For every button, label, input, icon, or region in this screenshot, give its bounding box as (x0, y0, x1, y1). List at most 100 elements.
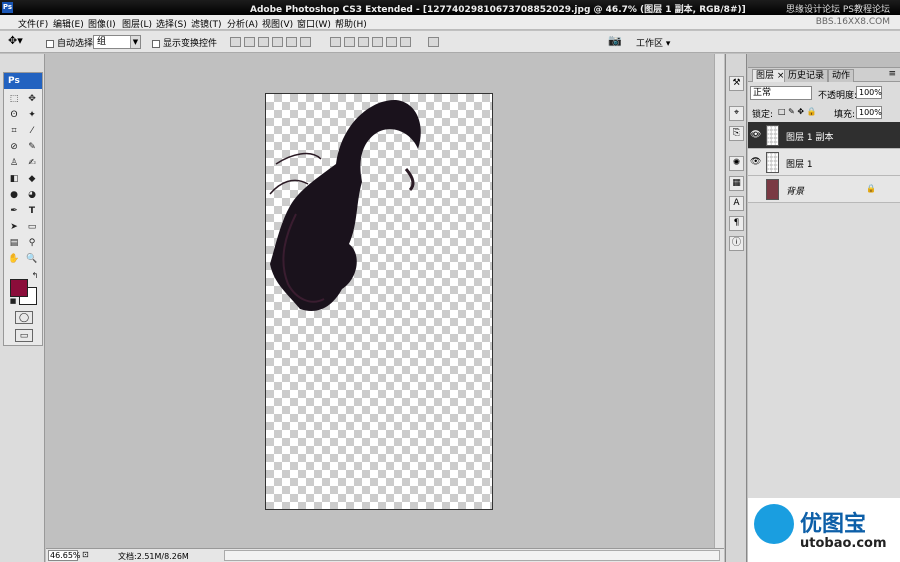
default-colors-icon[interactable]: ■ (6, 295, 20, 308)
panel-menu-icon[interactable]: ≡ (888, 69, 896, 79)
hair-artwork (269, 99, 421, 312)
align-top-icon[interactable] (230, 37, 241, 47)
menu-layer[interactable]: 图层(L) (122, 17, 152, 30)
character-icon[interactable]: A (729, 196, 744, 211)
title-bar: Ps Adobe Photoshop CS3 Extended - [12774… (0, 0, 900, 15)
info-icon[interactable]: ⓘ (729, 236, 744, 251)
chevron-down-icon: ▼ (130, 36, 140, 48)
healing-brush-icon[interactable]: ⊘ (7, 141, 21, 154)
menu-analysis[interactable]: 分析(A) (227, 17, 258, 30)
layer-row[interactable]: 👁 图层 1 (748, 149, 900, 176)
layer-thumbnail (766, 125, 779, 146)
vertical-scrollbar[interactable] (714, 54, 724, 548)
notes-tool-icon[interactable]: ▤ (7, 237, 21, 250)
paint-bucket-icon[interactable]: ◆ (25, 173, 39, 186)
distribute-left-icon[interactable] (372, 37, 383, 47)
tab-layers[interactable]: 图层 × (752, 69, 789, 82)
navigator-icon[interactable]: ✺ (729, 156, 744, 171)
align-left-icon[interactable] (272, 37, 283, 47)
zoom-tool-icon[interactable]: 🔍 (25, 253, 39, 266)
tools-preset-icon[interactable]: ⚒ (729, 76, 744, 91)
layer-row[interactable]: 👁 图层 1 副本 (748, 122, 900, 149)
tab-history[interactable]: 历史记录 (784, 69, 829, 82)
pen-tool-icon[interactable]: ✒ (7, 205, 21, 218)
blur-tool-icon[interactable]: ● (7, 189, 21, 202)
clone-source-icon[interactable]: ⎘ (729, 126, 744, 141)
align-right-icon[interactable] (300, 37, 311, 47)
blend-mode-value: 正常 (753, 88, 772, 98)
menu-filter[interactable]: 滤镜(T) (191, 17, 222, 30)
menu-edit[interactable]: 编辑(E) (53, 17, 84, 30)
menu-file[interactable]: 文件(F) (18, 17, 48, 30)
path-selection-icon[interactable]: ➤ (7, 221, 21, 234)
document-size: 文档:2.51M/8.26M (118, 552, 189, 561)
dodge-tool-icon[interactable]: ◕ (25, 189, 39, 202)
eyedropper-icon[interactable]: ⚲ (25, 237, 39, 250)
magic-wand-icon[interactable]: ✦ (25, 109, 39, 122)
checkbox-box[interactable] (46, 39, 54, 48)
type-tool-icon[interactable]: T (25, 205, 39, 218)
eraser-tool-icon[interactable]: ◧ (7, 173, 21, 186)
zoom-level-field[interactable]: 46.65% (48, 550, 81, 561)
camera-icon[interactable]: 📷 (608, 34, 622, 47)
document-canvas[interactable] (265, 93, 493, 510)
crop-tool-icon[interactable]: ⌗ (7, 125, 21, 138)
tab-actions[interactable]: 动作 (828, 69, 855, 82)
lasso-tool-icon[interactable]: ʘ (7, 109, 21, 122)
menu-window[interactable]: 窗口(W) (297, 17, 331, 30)
hand-tool-icon[interactable]: ✋ (7, 253, 21, 266)
screen-mode-icon[interactable]: ▭ (15, 329, 33, 342)
hair-strand (275, 152, 322, 165)
show-transform-checkbox[interactable]: 显示变换控件 (152, 36, 217, 49)
brush-tool-icon[interactable]: ✎ (25, 141, 39, 154)
checkbox-box[interactable] (152, 39, 160, 48)
quick-mask-icon[interactable]: ◯ (15, 311, 33, 324)
align-vcenter-icon[interactable] (244, 37, 255, 47)
blend-row: 正常 不透明度: 100% (750, 86, 898, 102)
distribute-bottom-icon[interactable] (358, 37, 369, 47)
layer-thumbnail (766, 179, 779, 200)
photoshop-app-icon: Ps (2, 2, 13, 13)
eye-icon[interactable]: 👁 (750, 130, 761, 140)
show-transform-label: 显示变换控件 (163, 39, 218, 49)
distribute-right-icon[interactable] (400, 37, 411, 47)
auto-select-label: 自动选择: (57, 39, 97, 49)
menu-image[interactable]: 图像(I) (88, 17, 116, 30)
move-tool-icon[interactable]: ✥ (25, 93, 39, 106)
distribute-top-icon[interactable] (330, 37, 341, 47)
move-tool-icon[interactable]: ✥▾ (8, 34, 23, 47)
layer-row[interactable]: 背景 🔒 (748, 176, 900, 203)
menu-select[interactable]: 选择(S) (156, 17, 187, 30)
align-bottom-icon[interactable] (258, 37, 269, 47)
shape-tool-icon[interactable]: ▭ (25, 221, 39, 234)
menu-view[interactable]: 视图(V) (262, 17, 293, 30)
distribute-buttons (330, 37, 414, 47)
opacity-field[interactable]: 100% (856, 86, 882, 99)
eye-icon[interactable]: 👁 (750, 157, 761, 167)
slice-tool-icon[interactable]: ⁄ (25, 125, 39, 138)
histogram-icon[interactable]: ▦ (729, 176, 744, 191)
distribute-hcenter-icon[interactable] (386, 37, 397, 47)
fill-field[interactable]: 100% (856, 106, 882, 119)
horizontal-scrollbar[interactable] (224, 550, 720, 561)
align-hcenter-icon[interactable] (286, 37, 297, 47)
marquee-tool-icon[interactable]: ⬚ (7, 93, 21, 106)
lock-buttons-icon[interactable]: □ ✎ ✥ 🔒 (778, 107, 817, 116)
brushes-icon[interactable]: ⌖ (729, 106, 744, 121)
blend-mode-dropdown[interactable]: 正常 (750, 86, 812, 100)
paragraph-icon[interactable]: ¶ (729, 216, 744, 231)
swap-colors-icon[interactable]: ↰ (28, 269, 42, 282)
auto-select-dropdown[interactable]: 组 ▼ (93, 35, 141, 49)
auto-align-icon[interactable] (428, 37, 439, 47)
eye-icon-hidden[interactable] (750, 184, 760, 194)
auto-align-button (428, 37, 442, 47)
canvas-area[interactable] (46, 54, 714, 548)
workspace-button[interactable]: 工作区 ▾ (636, 36, 670, 49)
layer-name: 图层 1 副本 (786, 133, 834, 143)
auto-select-checkbox[interactable]: 自动选择: (46, 36, 96, 49)
menu-help[interactable]: 帮助(H) (335, 17, 367, 30)
clone-stamp-icon[interactable]: ♙ (7, 157, 21, 170)
distribute-vcenter-icon[interactable] (344, 37, 355, 47)
status-menu-icon[interactable]: ⊡ (82, 550, 89, 559)
history-brush-icon[interactable]: ✍ (25, 157, 39, 170)
